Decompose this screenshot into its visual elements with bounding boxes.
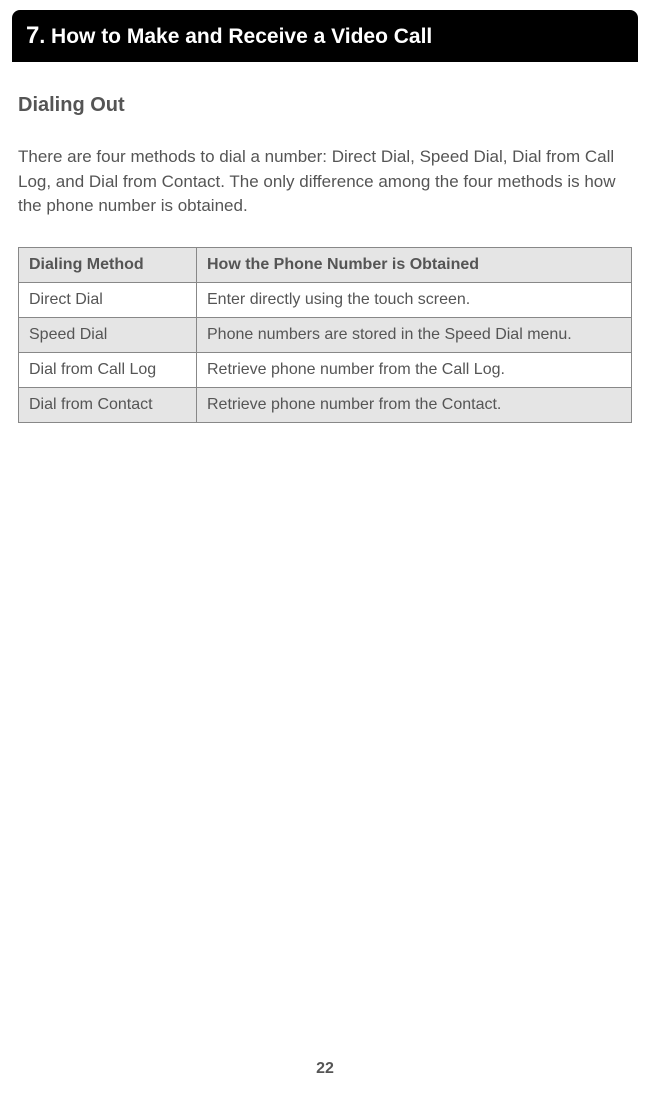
dialing-methods-table: Dialing Method How the Phone Number is O…: [18, 247, 632, 423]
subsection-title: Dialing Out: [18, 94, 632, 117]
table-cell-obtained: Phone numbers are stored in the Speed Di…: [197, 317, 632, 352]
table-row: Direct Dial Enter directly using the tou…: [19, 282, 632, 317]
table-cell-method: Dial from Contact: [19, 387, 197, 422]
table-cell-method: Direct Dial: [19, 282, 197, 317]
table-row: Dial from Call Log Retrieve phone number…: [19, 352, 632, 387]
table-row: Dial from Contact Retrieve phone number …: [19, 387, 632, 422]
table-cell-obtained: Retrieve phone number from the Contact.: [197, 387, 632, 422]
table-header-method: Dialing Method: [19, 247, 197, 282]
page-number: 22: [0, 1060, 650, 1078]
table-cell-method: Speed Dial: [19, 317, 197, 352]
table-header-row: Dialing Method How the Phone Number is O…: [19, 247, 632, 282]
table-cell-obtained: Enter directly using the touch screen.: [197, 282, 632, 317]
table-row: Speed Dial Phone numbers are stored in t…: [19, 317, 632, 352]
table-cell-obtained: Retrieve phone number from the Call Log.: [197, 352, 632, 387]
table-cell-method: Dial from Call Log: [19, 352, 197, 387]
section-header: 7. How to Make and Receive a Video Call: [12, 10, 638, 62]
intro-paragraph: There are four methods to dial a number:…: [18, 145, 632, 219]
chapter-title: . How to Make and Receive a Video Call: [39, 25, 432, 48]
chapter-number: 7: [26, 22, 39, 49]
page-content: Dialing Out There are four methods to di…: [0, 94, 650, 423]
table-header-obtained: How the Phone Number is Obtained: [197, 247, 632, 282]
